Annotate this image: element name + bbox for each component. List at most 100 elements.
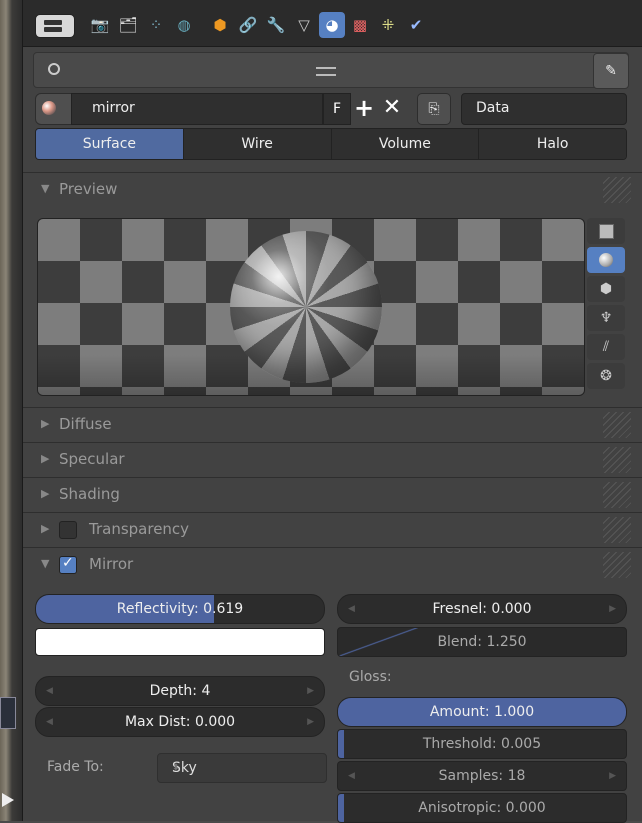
mouse-cursor-icon: [2, 793, 14, 807]
reflectivity-slider[interactable]: Reflectivity: 0.619: [35, 594, 325, 624]
fade-to-label: Fade To:: [47, 759, 104, 775]
hair-icon[interactable]: ⫽: [587, 334, 625, 360]
panel-title: Specular: [59, 450, 125, 468]
render-layers-icon[interactable]: 🗂: [115, 12, 141, 38]
depth-field[interactable]: ◀ Depth: 4 ▶: [35, 676, 325, 706]
increment-arrow-icon[interactable]: ▶: [609, 595, 616, 623]
shading-panel-header[interactable]: ▶ Shading: [23, 477, 642, 512]
new-material-button[interactable]: +: [351, 93, 377, 123]
fade-to-select[interactable]: Sky ⬍: [157, 753, 327, 783]
properties-header: 📷 🗂 ⁘ ◍ ⬢ 🔗 🔧 ▽ ◕ ▩ ⁜ ✔: [23, 0, 642, 47]
panel-drag-grip-icon[interactable]: [603, 447, 631, 473]
blend-slider[interactable]: Blend: 1.250: [337, 627, 627, 657]
material-sphere-icon: [42, 101, 56, 115]
gloss-amount-slider[interactable]: Amount: 1.000: [337, 697, 627, 727]
material-preview: [37, 218, 585, 396]
mirror-color-swatch[interactable]: [35, 628, 325, 656]
preview-type-buttons: ⬢ ♆ ⫽ ❂: [587, 218, 625, 389]
gloss-anisotropic-slider[interactable]: Anisotropic: 0.000: [337, 793, 627, 823]
link-type-button[interactable]: ⎘: [417, 93, 451, 125]
collapsed-arrow-icon: ▶: [41, 522, 50, 535]
unlink-material-button[interactable]: ✕: [379, 93, 405, 123]
increment-arrow-icon[interactable]: ▶: [609, 762, 616, 790]
gloss-threshold-slider[interactable]: Threshold: 0.005: [337, 729, 627, 759]
mirror-panel-header[interactable]: ▼ Mirror: [23, 547, 642, 582]
collapsed-arrow-icon: ▶: [41, 452, 50, 465]
decrement-arrow-icon[interactable]: ◀: [348, 595, 355, 623]
pin-icon: ✎: [605, 63, 617, 79]
decrement-arrow-icon[interactable]: ◀: [46, 708, 53, 736]
context-dot-icon: [48, 63, 60, 75]
gloss-anisotropic-label: Anisotropic: 0.000: [418, 800, 546, 816]
panel-title: Shading: [59, 485, 120, 503]
data-icon[interactable]: ▽: [291, 12, 317, 38]
physics-icon[interactable]: ✔: [403, 12, 429, 38]
panel-title: Preview: [59, 180, 118, 198]
modifiers-icon[interactable]: 🔧: [263, 12, 289, 38]
fresnel-label: Fresnel: 0.000: [432, 601, 532, 617]
object-icon[interactable]: ⬢: [207, 12, 233, 38]
context-path-bar: ✎: [33, 52, 629, 89]
data-link-select[interactable]: Data: [461, 93, 627, 125]
constraints-icon[interactable]: 🔗: [235, 12, 261, 38]
panel-title: Transparency: [89, 520, 190, 538]
scene-icon[interactable]: ⁘: [143, 12, 169, 38]
material-type-tabs: Surface Wire Volume Halo: [35, 128, 627, 160]
link-icon: ⎘: [428, 101, 440, 117]
panel-drag-grip-icon[interactable]: [603, 482, 631, 508]
plane-icon[interactable]: [587, 218, 625, 244]
gloss-amount-label: Amount: 1.000: [429, 704, 535, 720]
tab-volume[interactable]: Volume: [331, 129, 480, 159]
collapsed-arrow-icon: ▶: [41, 487, 50, 500]
material-name-field[interactable]: mirror: [71, 93, 323, 125]
tab-surface[interactable]: Surface: [36, 129, 184, 159]
specular-panel-header[interactable]: ▶ Specular: [23, 442, 642, 477]
panel-title: Diffuse: [59, 415, 112, 433]
tab-halo[interactable]: Halo: [479, 129, 626, 159]
diffuse-panel-header[interactable]: ▶ Diffuse: [23, 407, 642, 442]
drag-grip-icon[interactable]: [316, 67, 336, 76]
render-icon[interactable]: 📷: [87, 12, 113, 38]
fresnel-field[interactable]: ◀ Fresnel: 0.000 ▶: [337, 594, 627, 624]
panel-drag-grip-icon[interactable]: [603, 412, 631, 438]
particles-icon[interactable]: ⁜: [375, 12, 401, 38]
transparency-panel-header[interactable]: ▶ Transparency: [23, 512, 642, 547]
gloss-samples-field[interactable]: ◀ Samples: 18 ▶: [337, 761, 627, 791]
world-icon[interactable]: ◍: [171, 12, 197, 38]
properties-editor: 📷 🗂 ⁘ ◍ ⬢ 🔗 🔧 ▽ ◕ ▩ ⁜ ✔ ✎ mirror F + ✕ ⎘…: [22, 0, 642, 823]
reflectivity-label: Reflectivity: 0.619: [116, 601, 244, 617]
expanded-arrow-icon: ▼: [41, 557, 50, 570]
collapsed-arrow-icon: ▶: [41, 417, 50, 430]
texture-icon[interactable]: ▩: [347, 12, 373, 38]
updown-arrow-icon: ⬍: [172, 763, 180, 773]
preview-panel-header[interactable]: ▼ Preview: [23, 172, 642, 207]
data-link-value: Data: [476, 100, 510, 116]
tab-wire[interactable]: Wire: [183, 129, 332, 159]
decrement-arrow-icon[interactable]: ◀: [348, 762, 355, 790]
increment-arrow-icon[interactable]: ▶: [307, 708, 314, 736]
fake-user-button[interactable]: F: [323, 93, 351, 125]
material-browse-button[interactable]: [35, 93, 73, 125]
blend-label: Blend: 1.250: [437, 634, 527, 650]
pin-button[interactable]: ✎: [593, 53, 629, 89]
gloss-label: Gloss:: [349, 669, 392, 685]
panel-drag-grip-icon[interactable]: [603, 517, 631, 543]
sphere-sky-icon[interactable]: ❂: [587, 363, 625, 389]
expanded-arrow-icon: ▼: [41, 182, 50, 195]
sphere-icon[interactable]: [587, 247, 625, 273]
increment-arrow-icon[interactable]: ▶: [307, 677, 314, 705]
decrement-arrow-icon[interactable]: ◀: [46, 677, 53, 705]
max-dist-field[interactable]: ◀ Max Dist: 0.000 ▶: [35, 707, 325, 737]
monkey-icon[interactable]: ♆: [587, 305, 625, 331]
material-icon[interactable]: ◕: [319, 12, 345, 38]
panel-drag-grip-icon[interactable]: [603, 552, 631, 578]
panel-title: Mirror: [89, 555, 134, 573]
transparency-checkbox[interactable]: [59, 521, 77, 539]
preview-sphere: [230, 231, 382, 383]
gloss-threshold-label: Threshold: 0.005: [422, 736, 542, 752]
panel-drag-grip-icon[interactable]: [603, 177, 631, 203]
editor-type-button[interactable]: [35, 14, 75, 38]
mirror-checkbox[interactable]: [59, 555, 77, 574]
gloss-samples-label: Samples: 18: [438, 768, 526, 784]
cube-icon[interactable]: ⬢: [587, 276, 625, 302]
